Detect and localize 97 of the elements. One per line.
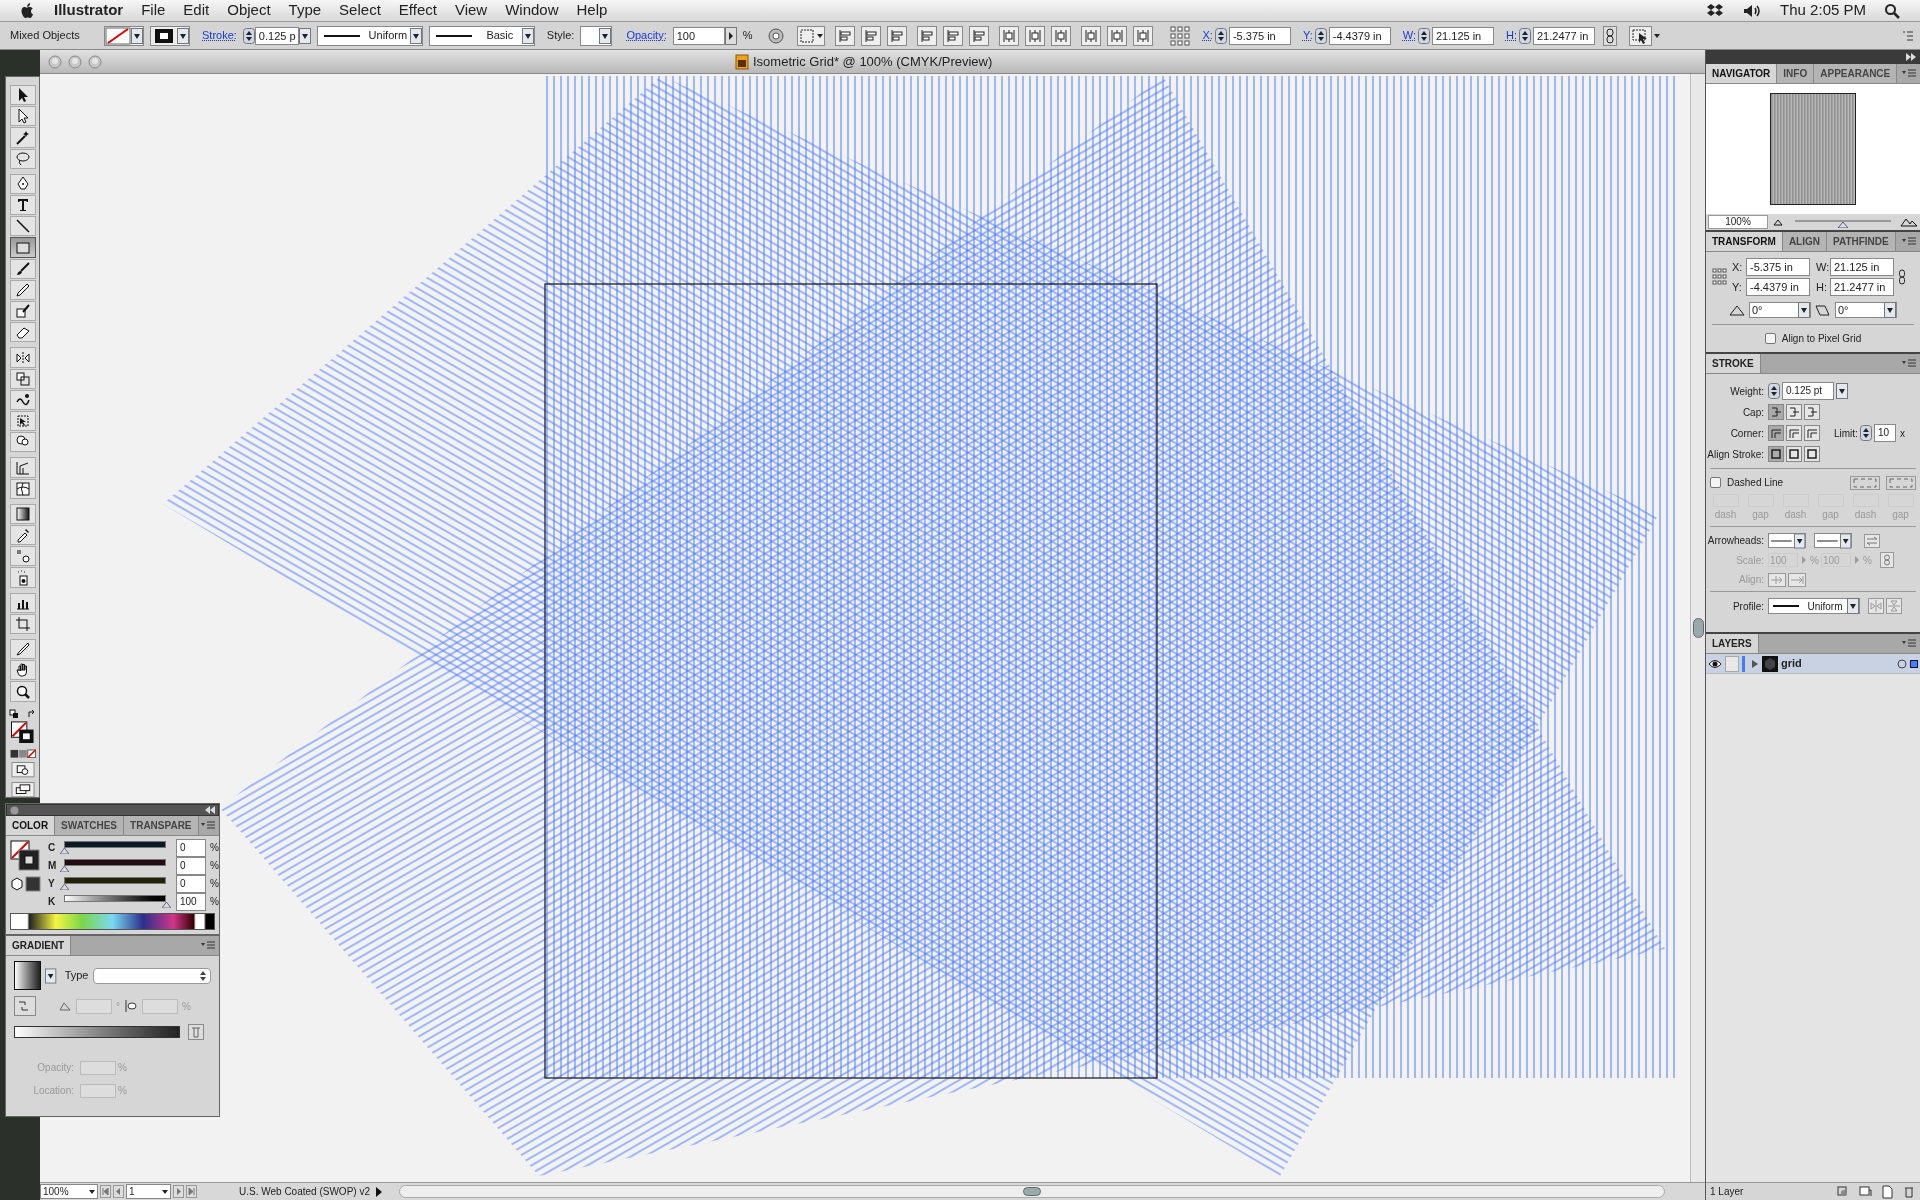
percent-label: % — [1810, 553, 1819, 568]
panel-tab[interactable]: TRANSPARE — [124, 816, 199, 835]
percent-label: % — [118, 1084, 127, 1098]
dash-label: dash — [1854, 508, 1877, 522]
input-field[interactable]: 21.125 in — [1431, 26, 1494, 45]
location-label: Location: — [32, 1084, 75, 1098]
field-label: Arrowheads: — [1706, 534, 1765, 548]
dash-label: gap — [1752, 508, 1769, 522]
percent-label: % — [210, 877, 219, 891]
menu-item[interactable]: Help — [576, 0, 608, 22]
percent-label: % — [118, 1061, 127, 1075]
input-field[interactable]: 21.2477 in — [1532, 26, 1595, 45]
degree-label: ° — [116, 999, 120, 1014]
window-title: Isometric Grid* @ 100% (CMYK/Preview) — [753, 52, 993, 71]
field-label[interactable]: Y: — [1302, 27, 1313, 44]
panel-tab[interactable]: LAYERS — [1706, 634, 1759, 653]
field-label: H: — [1816, 279, 1828, 295]
stroke-link[interactable]: Stroke: — [202, 27, 237, 44]
zoom-field[interactable]: 100% — [1708, 215, 1768, 229]
dash-label: gap — [1822, 508, 1839, 522]
input-field[interactable]: -4.4379 in — [1746, 278, 1810, 296]
field-label: Cap: — [1741, 405, 1765, 420]
checkbox-label: Align to Pixel Grid — [1781, 332, 1862, 346]
app-menu[interactable]: Illustrator — [54, 0, 124, 22]
input-field[interactable]: 21.125 in — [1830, 258, 1894, 276]
percent-label: % — [182, 999, 191, 1014]
menu-item[interactable]: Type — [288, 0, 322, 22]
panel-tab[interactable]: NAVIGATOR — [1706, 64, 1778, 83]
menu-item[interactable]: Effect — [398, 0, 437, 22]
field-label: Corner: — [1729, 426, 1765, 441]
input-field[interactable]: -5.375 in — [1746, 258, 1810, 276]
menu-clock[interactable]: Thu 2:05 PM — [1780, 0, 1866, 22]
type-label: Type — [64, 968, 89, 984]
percent-label: % — [742, 28, 753, 44]
field-label: Align Stroke: — [1706, 447, 1765, 462]
layer-count: 1 Layer — [1710, 1185, 1745, 1199]
limit-unit: x — [1899, 426, 1905, 441]
percent-label: % — [210, 895, 219, 909]
input-field[interactable]: -4.4379 in — [1328, 26, 1391, 45]
panel-tab[interactable]: SWATCHES — [55, 816, 125, 835]
profile-dropdown[interactable]: Uniform — [1768, 598, 1860, 614]
menu-item[interactable]: File — [141, 0, 166, 22]
panel-tab[interactable]: TRANSFORM — [1706, 232, 1783, 251]
field-label: Align: — [1738, 573, 1765, 587]
channel-label: C — [48, 841, 56, 855]
menu-item[interactable]: Object — [227, 0, 271, 22]
field-label: Weight: — [1729, 384, 1765, 399]
profile-dropdown[interactable]: Uniform — [316, 25, 423, 46]
opacity-label: Opacity: — [36, 1061, 75, 1075]
field-label[interactable]: H: — [1505, 27, 1517, 44]
input-field[interactable]: 0.125 p — [254, 26, 299, 45]
dash-label: gap — [1892, 508, 1909, 522]
panel-tab[interactable]: GRADIENT — [6, 936, 72, 955]
panel-tab[interactable]: APPEARANCE — [1814, 64, 1898, 83]
rotate-field[interactable]: 0° — [1749, 302, 1811, 318]
opacity-field[interactable]: 100 — [672, 26, 725, 45]
menu-item[interactable]: View — [454, 0, 488, 22]
channel-label: K — [48, 895, 56, 909]
menu-item[interactable]: Edit — [183, 0, 210, 22]
panel-tab[interactable]: ALIGN — [1782, 232, 1827, 251]
panel-tab[interactable]: COLOR — [6, 816, 56, 835]
opacity-link[interactable]: Opacity: — [626, 27, 667, 44]
color-profile-label[interactable]: U.S. Web Coated (SWOP) v2 — [239, 1184, 369, 1199]
field-label: Y: — [1732, 279, 1743, 295]
value-field[interactable]: 0 — [176, 838, 206, 857]
brush-dropdown[interactable]: Basic — [428, 25, 535, 46]
field-label[interactable]: W: — [1402, 27, 1416, 44]
field-label[interactable]: X: — [1202, 27, 1213, 44]
layer-row[interactable]: grid — [1706, 654, 1920, 674]
menu-item[interactable]: Select — [339, 0, 381, 22]
percent-label: % — [1862, 553, 1872, 568]
percent-label: % — [210, 859, 219, 873]
style-label: Style: — [546, 28, 575, 44]
panel-tab[interactable]: INFO — [1777, 64, 1815, 83]
menu-item[interactable]: Window — [505, 0, 559, 22]
shear-field[interactable]: 0° — [1835, 302, 1897, 318]
input-field[interactable]: -5.375 in — [1228, 26, 1291, 45]
channel-label: M — [48, 859, 56, 873]
selection-label: Mixed Objects — [10, 28, 81, 44]
input-field[interactable]: 10 — [1873, 424, 1896, 442]
dash-label: dash — [1784, 508, 1807, 522]
layer-name[interactable]: grid — [1781, 655, 1894, 672]
percent-label: % — [210, 841, 219, 855]
field-label: Scale: — [1735, 553, 1765, 568]
checkbox-label: Dashed Line — [1727, 476, 1785, 490]
input-field[interactable]: 21.2477 in — [1830, 278, 1894, 296]
field-label: Profile: — [1731, 599, 1765, 614]
panel-tab[interactable]: PATHFINDE — [1827, 232, 1896, 251]
zoom-dropdown[interactable]: 100% — [40, 1184, 98, 1199]
field-label: Limit: — [1834, 426, 1858, 441]
field-label: X: — [1732, 259, 1744, 275]
input-field[interactable]: 0.125 pt — [1782, 382, 1834, 400]
page-dropdown[interactable]: 1 — [126, 1184, 171, 1199]
channel-label: Y — [48, 877, 56, 891]
dash-label: dash — [1714, 508, 1737, 522]
panel-tab[interactable]: STROKE — [1706, 354, 1761, 373]
field-label: W: — [1816, 259, 1828, 275]
